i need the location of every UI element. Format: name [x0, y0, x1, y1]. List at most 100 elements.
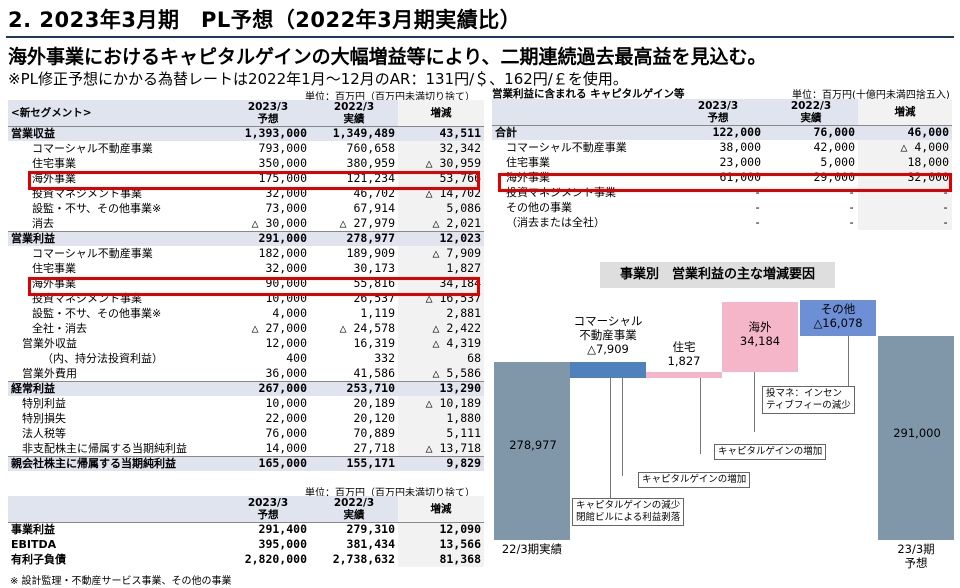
- row-value: 46,000: [858, 124, 952, 140]
- annotation-other: 投マネ：インセン ティブフィーの減少: [762, 386, 855, 414]
- row-value: 20,189: [353, 396, 395, 410]
- row-value: 12,090: [398, 522, 484, 537]
- row-label: 海外事業: [506, 171, 550, 184]
- row-value: 253,710: [310, 380, 398, 396]
- row-value: 10,000: [265, 396, 307, 410]
- row-value: 13,290: [398, 380, 484, 396]
- annotation-commercial: キャピタルゲインの減少 閉館ビルによる利益剥落: [572, 498, 685, 526]
- table-row: 経常利益 267,000 253,710 13,290: [8, 380, 484, 396]
- table-row: 営業収益 1,393,000 1,349,489 43,511: [8, 125, 484, 141]
- row-value: 122,000: [672, 124, 764, 140]
- row-value: △ 5,586: [398, 366, 484, 381]
- row-value: 12,023: [398, 230, 484, 246]
- row-value: 760,658: [346, 141, 395, 155]
- row-value: -: [848, 200, 855, 214]
- row-label: 投資マネジメント事業: [32, 187, 142, 200]
- kpi-table: 2023/3 予想 2022/3 実績 増減 事業利益 291,400 279,31…: [8, 496, 484, 567]
- bar-commercial: [570, 362, 646, 378]
- row-label: 営業外費用: [22, 366, 77, 380]
- row-value: 278,977: [310, 230, 398, 246]
- row-value: 53,766: [398, 171, 484, 186]
- row-value: 381,434: [346, 537, 395, 551]
- row-label: 設監・不サ、その他事業※: [32, 202, 162, 215]
- row-value: 1,119: [360, 306, 395, 320]
- row-label: 設監・不サ、その他事業※: [32, 307, 162, 320]
- row-label: EBITDA: [11, 538, 57, 551]
- table-row: 合計 122,000 76,000 46,000: [492, 124, 952, 140]
- row-value: 23,000: [719, 155, 761, 169]
- row-label: 親会社株主に帰属する当期純利益: [8, 455, 226, 471]
- col-header-blank: [492, 99, 672, 126]
- col-header-actual: 2022/3 実績: [310, 100, 398, 127]
- row-value: 18,000: [858, 155, 952, 170]
- table-row: 住宅事業 23,000 5,000 18,000: [492, 155, 952, 170]
- row-value: -: [848, 185, 855, 199]
- table-row: 設監・不サ、その他事業※ 73,000 67,914 5,086: [8, 201, 484, 216]
- row-label: 営業収益: [8, 125, 226, 141]
- row-value: 43,511: [398, 125, 484, 141]
- row-value: 267,000: [226, 380, 310, 396]
- row-value: 70,889: [353, 426, 395, 440]
- row-value: -: [754, 185, 761, 199]
- row-value: 395,000: [258, 537, 307, 551]
- row-value: △ 27,979: [339, 216, 395, 230]
- table-row: （内、持分法投資利益） 400 332 68: [8, 351, 484, 366]
- row-label: 投資マネジメント事業: [506, 186, 616, 199]
- headline: 海外事業におけるキャピタルゲインの大幅増益等により、二期連続過去最高益を見込む。: [8, 46, 767, 68]
- table-row: コマーシャル不動産事業 182,000 189,909 △ 7,909: [8, 246, 484, 261]
- row-label: 営業利益: [8, 230, 226, 246]
- row-label: （消去または全社）: [506, 216, 605, 229]
- row-value: 793,000: [258, 141, 307, 155]
- row-value: 73,000: [265, 201, 307, 215]
- row-value: 36,000: [265, 366, 307, 380]
- row-label: 事業利益: [11, 523, 55, 537]
- row-value: 1,349,489: [310, 125, 398, 141]
- row-label: 経常利益: [8, 380, 226, 396]
- row-value: △ 7,909: [398, 246, 484, 261]
- row-label: コマーシャル不動産事業: [506, 141, 627, 154]
- row-label: 住宅事業: [32, 157, 76, 170]
- col-header-change: 増減: [858, 99, 952, 126]
- row-value: 279,310: [346, 522, 395, 537]
- table-row: 営業外費用 36,000 41,586 △ 5,586: [8, 366, 484, 381]
- row-value: 32,342: [398, 141, 484, 156]
- row-label: 全社・消去: [32, 322, 87, 335]
- row-label: 海外事業: [32, 277, 76, 290]
- table-row: 非支配株主に帰属する当期純利益 14,000 27,718 △ 13,718: [8, 441, 484, 456]
- row-label: コマーシャル不動産事業: [32, 142, 153, 155]
- row-value: 5,000: [820, 155, 855, 169]
- table-row: 有利子負債 2,820,000 2,738,632 81,368: [8, 552, 484, 567]
- row-value: △ 30,959: [398, 156, 484, 171]
- row-value: 67,914: [353, 201, 395, 215]
- col-header-forecast: 2023/3 予想: [226, 496, 310, 523]
- table-row: EBITDA 395,000 381,434 13,566: [8, 537, 484, 552]
- row-value: △ 27,000: [251, 321, 307, 335]
- table-row: コマーシャル不動産事業 38,000 42,000 △ 4,000: [492, 140, 952, 155]
- row-value: 13,566: [398, 537, 484, 552]
- row-value: 41,586: [353, 366, 395, 380]
- row-value: 26,537: [353, 291, 395, 305]
- row-value: 165,000: [226, 455, 310, 471]
- row-value: △ 30,000: [251, 216, 307, 230]
- row-value: 22,000: [265, 411, 307, 425]
- row-value: △ 4,000: [858, 140, 952, 155]
- table-row: その他の事業 - - -: [492, 200, 952, 215]
- row-value: △ 16,537: [398, 291, 484, 306]
- row-value: 32,000: [858, 170, 952, 185]
- row-value: △ 2,422: [398, 321, 484, 336]
- table-row: 消去 △ 30,000 △ 27,979 △ 2,021: [8, 216, 484, 231]
- row-value: 1,827: [398, 261, 484, 276]
- bar-start-label: 278,977: [509, 438, 557, 452]
- col-header-segment: <新セグメント>: [8, 100, 226, 127]
- title-divider: [6, 36, 954, 38]
- row-label: その他の事業: [506, 201, 572, 214]
- bar-commercial-label: コマーシャル 不動産事業 △7,909: [573, 314, 643, 356]
- row-value: 10,000: [265, 291, 307, 305]
- row-label: 住宅事業: [506, 156, 550, 169]
- annotation-housing: キャピタルゲインの増加: [638, 472, 751, 488]
- row-value: 46,702: [353, 186, 395, 200]
- row-value: △ 10,189: [398, 396, 484, 411]
- row-value: △ 2,021: [398, 216, 484, 231]
- table-row: 親会社株主に帰属する当期純利益 165,000 155,171 9,829: [8, 455, 484, 471]
- row-label: コマーシャル不動産事業: [32, 247, 153, 260]
